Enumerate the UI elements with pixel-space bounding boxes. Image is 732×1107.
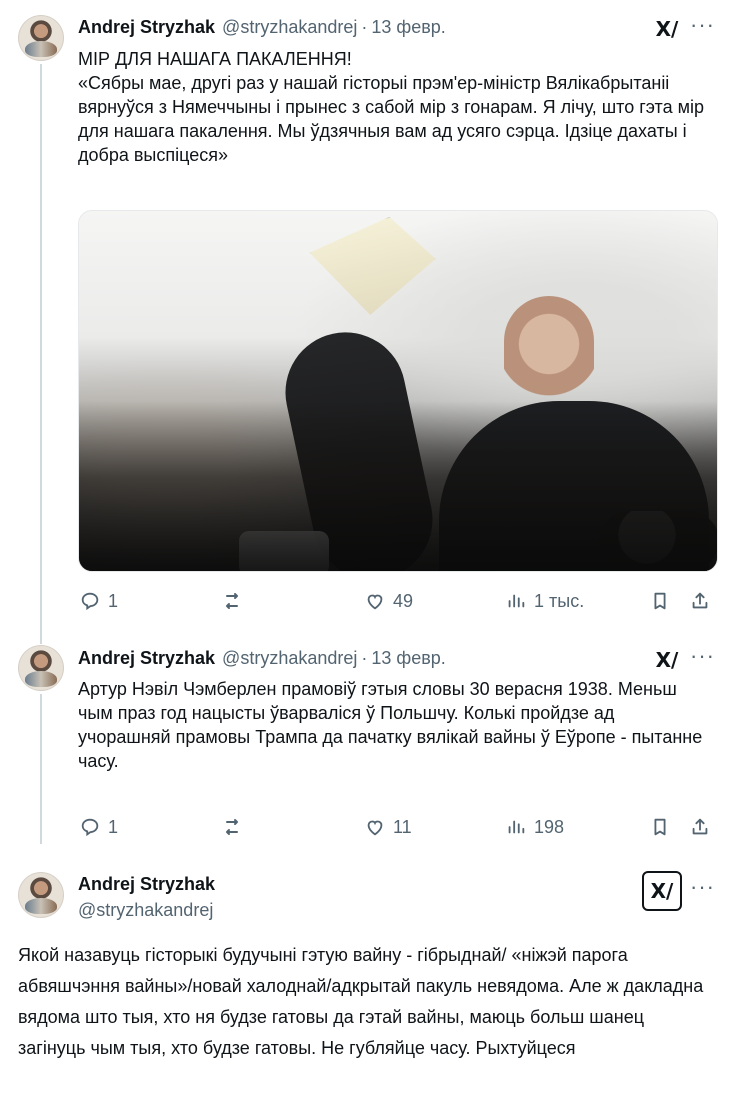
tweet-actions: 1 49 1 тыс.	[78, 586, 718, 616]
views-count: 1 тыс.	[534, 590, 585, 611]
more-icon[interactable]: ···	[690, 12, 715, 38]
like-count: 11	[393, 816, 412, 837]
heart-icon	[363, 589, 387, 613]
reply-action[interactable]: 1	[78, 589, 118, 613]
tweet-header: Andrej Stryzhak @stryzhakandrej · 13 фев…	[78, 646, 446, 670]
separator: ·	[361, 17, 368, 37]
bookmark-icon	[648, 589, 672, 613]
tweet-text: МІР ДЛЯ НАШАГА ПАКАЛЕННЯ! «Сябры мае, др…	[78, 49, 704, 165]
repost-action[interactable]	[220, 815, 250, 839]
author-handle[interactable]: @stryzhakandrej	[78, 898, 598, 922]
reply-action[interactable]: 1	[78, 815, 118, 839]
share-action[interactable]	[688, 815, 712, 839]
views-icon	[504, 815, 528, 839]
repost-icon	[220, 815, 244, 839]
views-action[interactable]: 1 тыс.	[504, 589, 584, 613]
reply-icon	[78, 815, 102, 839]
heart-icon	[363, 815, 387, 839]
avatar[interactable]	[18, 15, 64, 61]
bookmark-action[interactable]	[648, 815, 672, 839]
views-count: 198	[534, 816, 565, 837]
author-name[interactable]: Andrej Stryzhak	[78, 646, 215, 670]
grok-icon-box[interactable]: X/	[642, 871, 682, 911]
more-label: ···	[690, 12, 715, 37]
more-label: ···	[690, 643, 715, 668]
separator: ·	[361, 648, 368, 668]
share-action[interactable]	[688, 589, 712, 613]
share-icon	[688, 589, 712, 613]
share-icon	[688, 815, 712, 839]
grok-label: X/	[655, 17, 679, 41]
tweet-text: Артур Нэвіл Чэмберлен прамовіў гэтыя сло…	[78, 679, 708, 771]
tweet-text: Якой назавуць гісторыкі будучыні гэтую в…	[18, 945, 709, 1058]
tweet-author-block: Andrej Stryzhak @stryzhakandrej	[78, 872, 598, 922]
thread-line	[40, 64, 42, 644]
avatar[interactable]	[18, 872, 64, 918]
tweet-date[interactable]: 13 февр.	[371, 15, 445, 39]
like-action[interactable]: 11	[363, 815, 412, 839]
repost-icon	[220, 589, 244, 613]
man-head-shape	[504, 296, 594, 416]
like-count: 49	[393, 590, 414, 611]
thread-line	[40, 694, 42, 844]
tweet-media-photo[interactable]	[78, 210, 718, 572]
author-handle[interactable]: @stryzhakandrej	[222, 15, 357, 39]
grok-icon[interactable]: X/	[652, 648, 682, 672]
author-handle[interactable]: @stryzhakandrej	[222, 646, 357, 670]
reply-count: 1	[108, 816, 119, 837]
views-icon	[504, 589, 528, 613]
views-action[interactable]: 198	[504, 815, 564, 839]
tweet-header: Andrej Stryzhak @stryzhakandrej · 13 фев…	[78, 15, 446, 39]
bookmark-icon	[648, 815, 672, 839]
paper-shape	[306, 210, 444, 325]
crowd-shape	[79, 401, 717, 571]
more-icon[interactable]: ···	[690, 874, 715, 900]
author-name[interactable]: Andrej Stryzhak	[78, 872, 215, 896]
reply-icon	[78, 589, 102, 613]
more-icon[interactable]: ···	[690, 643, 715, 669]
repost-action[interactable]	[220, 589, 250, 613]
more-label: ···	[690, 874, 715, 899]
reply-count: 1	[108, 590, 119, 611]
grok-label: X/	[655, 648, 679, 672]
bookmark-action[interactable]	[648, 589, 672, 613]
tweet-actions: 1 11 198	[78, 812, 718, 842]
grok-label: X/	[650, 879, 674, 903]
tweet-date[interactable]: 13 февр.	[371, 646, 445, 670]
avatar[interactable]	[18, 645, 64, 691]
author-name[interactable]: Andrej Stryzhak	[78, 15, 215, 39]
like-action[interactable]: 49	[363, 589, 413, 613]
grok-icon[interactable]: X/	[652, 17, 682, 41]
